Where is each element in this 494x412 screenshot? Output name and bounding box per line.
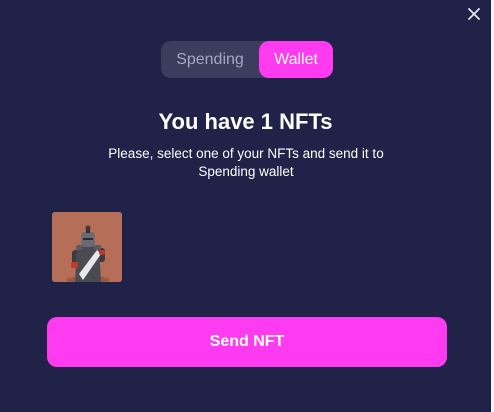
tab-wallet[interactable]: Wallet (259, 41, 333, 78)
send-nft-modal: Spending Wallet You have 1 NFTs Please, … (0, 0, 491, 412)
instruction-text: Please, select one of your NFTs and send… (108, 146, 384, 179)
knight-nft-image (52, 212, 122, 282)
close-icon (468, 8, 480, 20)
send-nft-button[interactable]: Send NFT (47, 317, 447, 367)
wallet-toggle: Spending Wallet (161, 41, 333, 78)
page-title: You have 1 NFTs (158, 109, 333, 134)
tab-spending[interactable]: Spending (161, 41, 259, 78)
nft-item[interactable] (52, 212, 122, 282)
close-button[interactable] (464, 4, 484, 24)
